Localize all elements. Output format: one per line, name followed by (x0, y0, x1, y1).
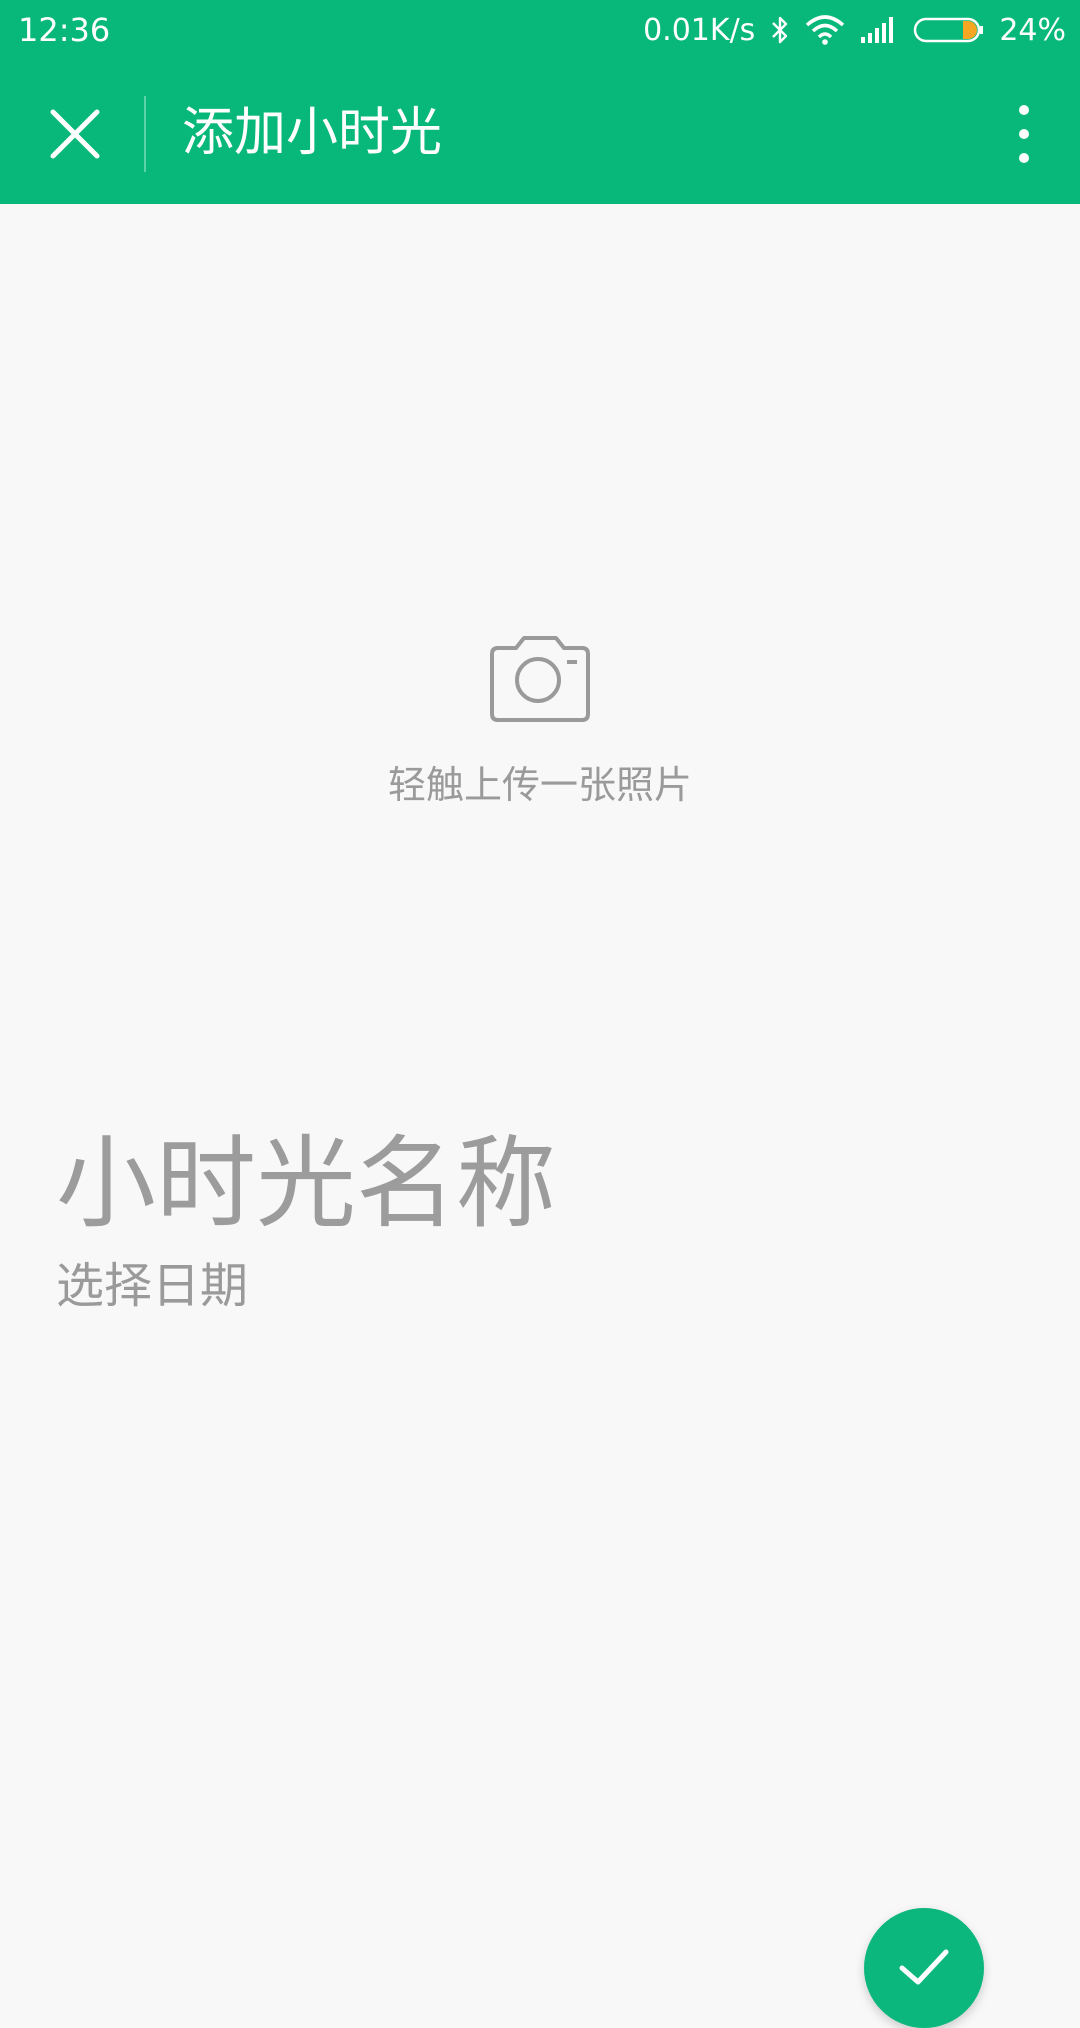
signal-icon (859, 15, 899, 45)
status-icons: 0.01K/s 24% (643, 10, 1066, 50)
bluetooth-icon (769, 15, 791, 45)
confirm-button[interactable] (864, 1908, 984, 2028)
app-bar: 添加小时光 (0, 64, 1080, 204)
network-speed: 0.01K/s (643, 12, 756, 48)
photo-upload-area[interactable]: 轻触上传一张照片 (290, 624, 790, 1034)
wifi-icon (805, 15, 845, 45)
close-icon (50, 109, 100, 159)
page-title: 添加小时光 (182, 103, 443, 163)
battery-percent: 24% (999, 12, 1066, 48)
content-area: 轻触上传一张照片 小时光名称 选择日期 (0, 204, 1080, 2028)
battery-icon (913, 15, 985, 45)
more-options-button[interactable] (994, 89, 1054, 179)
status-time: 12:36 (18, 11, 111, 49)
close-button[interactable] (30, 89, 120, 179)
status-bar: 12:36 0.01K/s 24% (0, 0, 1080, 64)
more-vert-icon (1019, 105, 1029, 163)
appbar-divider (144, 96, 146, 172)
name-input[interactable]: 小时光名称 (56, 1124, 956, 1244)
check-icon (899, 1949, 949, 1985)
date-picker[interactable]: 选择日期 (56, 1256, 248, 1316)
upload-hint: 轻触上传一张照片 (387, 763, 692, 807)
camera-icon (490, 636, 590, 722)
